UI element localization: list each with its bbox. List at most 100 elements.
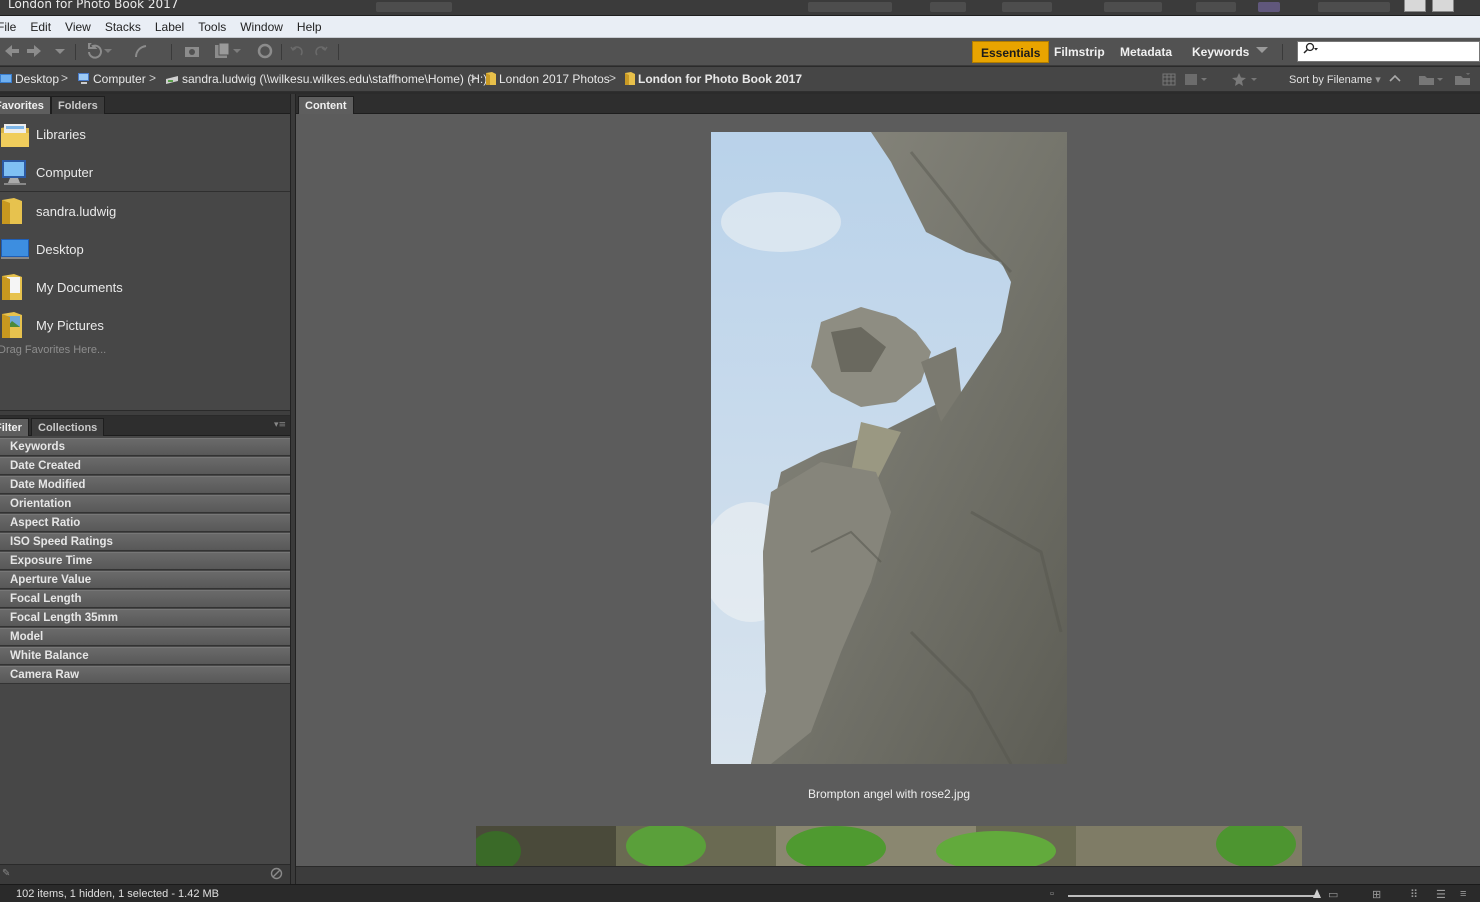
filter-tab-row: Filter Collections ▾≡: [0, 416, 290, 436]
thumbnail-image[interactable]: [476, 826, 1302, 866]
keep-filter-pin-icon[interactable]: ✎: [2, 868, 10, 879]
favorite-label: Computer: [36, 164, 94, 180]
filter-focal-length[interactable]: Focal Length: [0, 590, 290, 608]
search-input[interactable]: [1297, 41, 1480, 62]
title-link-blur: [1196, 2, 1236, 12]
filter-iso-speed-ratings[interactable]: ISO Speed Ratings: [0, 533, 290, 551]
workspace-menu-chevron-down-icon[interactable]: [1256, 47, 1268, 53]
title-search-blur[interactable]: [1318, 2, 1390, 12]
favorite-item-libraries[interactable]: Libraries: [0, 115, 290, 153]
thumbnail-size-slider-thumb[interactable]: [1313, 889, 1321, 898]
favorite-item-desktop[interactable]: Desktop: [0, 230, 290, 268]
path-bar: Desktop > Computer > sandra.ludwig (\\wi…: [0, 67, 1480, 92]
new-folder-icon[interactable]: [1454, 71, 1472, 89]
menu-tools[interactable]: Tools: [191, 20, 233, 34]
filter-date-modified[interactable]: Date Modified: [0, 476, 290, 494]
favorite-item-computer[interactable]: Computer: [0, 153, 290, 191]
workspace-keywords[interactable]: Keywords: [1184, 41, 1257, 63]
toolbar-separator: [281, 44, 282, 60]
breadcrumb-chevron-icon[interactable]: >: [61, 71, 68, 85]
thumbnail-quality-icon[interactable]: [1162, 73, 1176, 89]
tab-folders[interactable]: Folders: [51, 96, 105, 114]
workspace-essentials[interactable]: Essentials: [972, 41, 1050, 63]
filter-orientation[interactable]: Orientation: [0, 495, 290, 513]
filter-keywords[interactable]: Keywords: [0, 438, 290, 456]
content-tab-row: Content: [296, 94, 1480, 114]
favorite-item-sandra-ludwig[interactable]: sandra.ludwig: [0, 192, 290, 230]
view-thumbnails-icon[interactable]: ⠿: [1410, 888, 1418, 901]
minimize-button[interactable]: [1404, 0, 1426, 12]
tab-filter[interactable]: Filter: [0, 418, 29, 436]
filter-white-balance[interactable]: White Balance: [0, 647, 290, 665]
filter-focal-length-35mm[interactable]: Focal Length 35mm: [0, 609, 290, 627]
maximize-button[interactable]: [1432, 0, 1454, 12]
menu-file[interactable]: File: [0, 20, 23, 34]
filter-aspect-ratio[interactable]: Aspect Ratio: [0, 514, 290, 532]
content-horizontal-scrollbar[interactable]: [296, 866, 1480, 884]
filter-camera-raw[interactable]: Camera Raw: [0, 666, 290, 684]
favorite-item-my-pictures[interactable]: My Pictures: [0, 306, 290, 344]
zoom-out-icon[interactable]: ▫: [1050, 888, 1054, 900]
favorite-label: sandra.ludwig: [36, 203, 117, 219]
breadcrumb-network-drive[interactable]: sandra.ludwig (\\wilkesu.wilkes.edu\staf…: [165, 72, 487, 86]
back-icon[interactable]: [3, 43, 21, 63]
tab-favorites[interactable]: Favorites: [0, 96, 51, 114]
breadcrumb-chevron-icon[interactable]: >: [470, 71, 477, 85]
sort-ascending-icon[interactable]: [1388, 72, 1402, 88]
rating-filter-star-icon[interactable]: [1232, 73, 1260, 89]
menu-label[interactable]: Label: [148, 20, 191, 34]
menu-edit[interactable]: Edit: [23, 20, 58, 34]
avatar[interactable]: [1258, 2, 1280, 12]
breadcrumb-chevron-icon[interactable]: >: [149, 71, 156, 85]
search-icon: [1303, 42, 1318, 54]
breadcrumb-london-for-photo-book-2017[interactable]: London for Photo Book 2017: [625, 72, 802, 86]
user-folder-icon: [0, 197, 30, 225]
filter-date-created[interactable]: Date Created: [0, 457, 290, 475]
filter-items-icon[interactable]: [1184, 73, 1210, 89]
breadcrumb-london-2017-photos[interactable]: London 2017 Photos: [486, 72, 610, 86]
filter-aperture-value[interactable]: Aperture Value: [0, 571, 290, 589]
view-list-icon[interactable]: ≡: [1460, 888, 1466, 900]
workspace-filmstrip[interactable]: Filmstrip: [1046, 41, 1113, 63]
breadcrumb-chevron-icon[interactable]: >: [609, 71, 616, 85]
rotate-icon[interactable]: [256, 43, 274, 63]
reveal-recent-icon[interactable]: [86, 39, 112, 63]
output-icon[interactable]: [213, 42, 243, 63]
view-details-icon[interactable]: ☰: [1436, 888, 1446, 901]
thumbnail-size-slider[interactable]: [1068, 895, 1320, 897]
favorite-item-my-documents[interactable]: My Documents: [0, 268, 290, 306]
breadcrumb-computer[interactable]: Computer: [77, 72, 146, 86]
title-link-blur: [1104, 2, 1162, 12]
panel-menu-icon[interactable]: ▾≡: [274, 420, 286, 430]
rotate-right-icon[interactable]: [313, 43, 329, 63]
zoom-in-icon[interactable]: ▭: [1328, 888, 1338, 901]
get-photos-icon[interactable]: [132, 43, 148, 63]
thumbnail-image[interactable]: [711, 132, 1067, 764]
menu-stacks[interactable]: Stacks: [98, 20, 148, 34]
tab-collections[interactable]: Collections: [31, 418, 105, 436]
camera-raw-icon[interactable]: [181, 43, 205, 63]
workspace-metadata[interactable]: Metadata: [1112, 41, 1180, 63]
drag-favorites-hint: Drag Favorites Here...: [0, 344, 107, 356]
status-bar: 102 items, 1 hidden, 1 selected - 1.42 M…: [0, 884, 1480, 902]
menu-view[interactable]: View: [58, 20, 98, 34]
window-title: London for Photo Book 2017: [8, 0, 179, 11]
favorites-list: Libraries Computer sandra.ludwig Desktop: [0, 115, 290, 344]
menu-window[interactable]: Window: [233, 20, 290, 34]
thumbnail-filename[interactable]: Brompton angel with rose2.jpg: [688, 787, 1090, 801]
view-grid-icon[interactable]: ⊞: [1372, 888, 1381, 901]
sort-by-dropdown[interactable]: Sort by Filename ▾: [1289, 73, 1381, 86]
filter-list: Keywords Date Created Date Modified Orie…: [0, 438, 290, 685]
open-recent-folder-icon[interactable]: [1418, 73, 1446, 89]
favorite-label: Libraries: [36, 126, 86, 142]
tab-content[interactable]: Content: [298, 96, 354, 114]
breadcrumb-desktop[interactable]: Desktop: [0, 72, 59, 86]
clear-filter-icon[interactable]: [270, 867, 283, 883]
rotate-left-icon[interactable]: [289, 43, 305, 63]
menu-help[interactable]: Help: [290, 20, 329, 34]
filter-exposure-time[interactable]: Exposure Time: [0, 552, 290, 570]
filter-model[interactable]: Model: [0, 628, 290, 646]
forward-icon[interactable]: [25, 43, 43, 63]
history-dropdown-icon[interactable]: [54, 43, 66, 63]
content-panel: Content Brompton angel with rose2.jpg: [296, 94, 1480, 884]
